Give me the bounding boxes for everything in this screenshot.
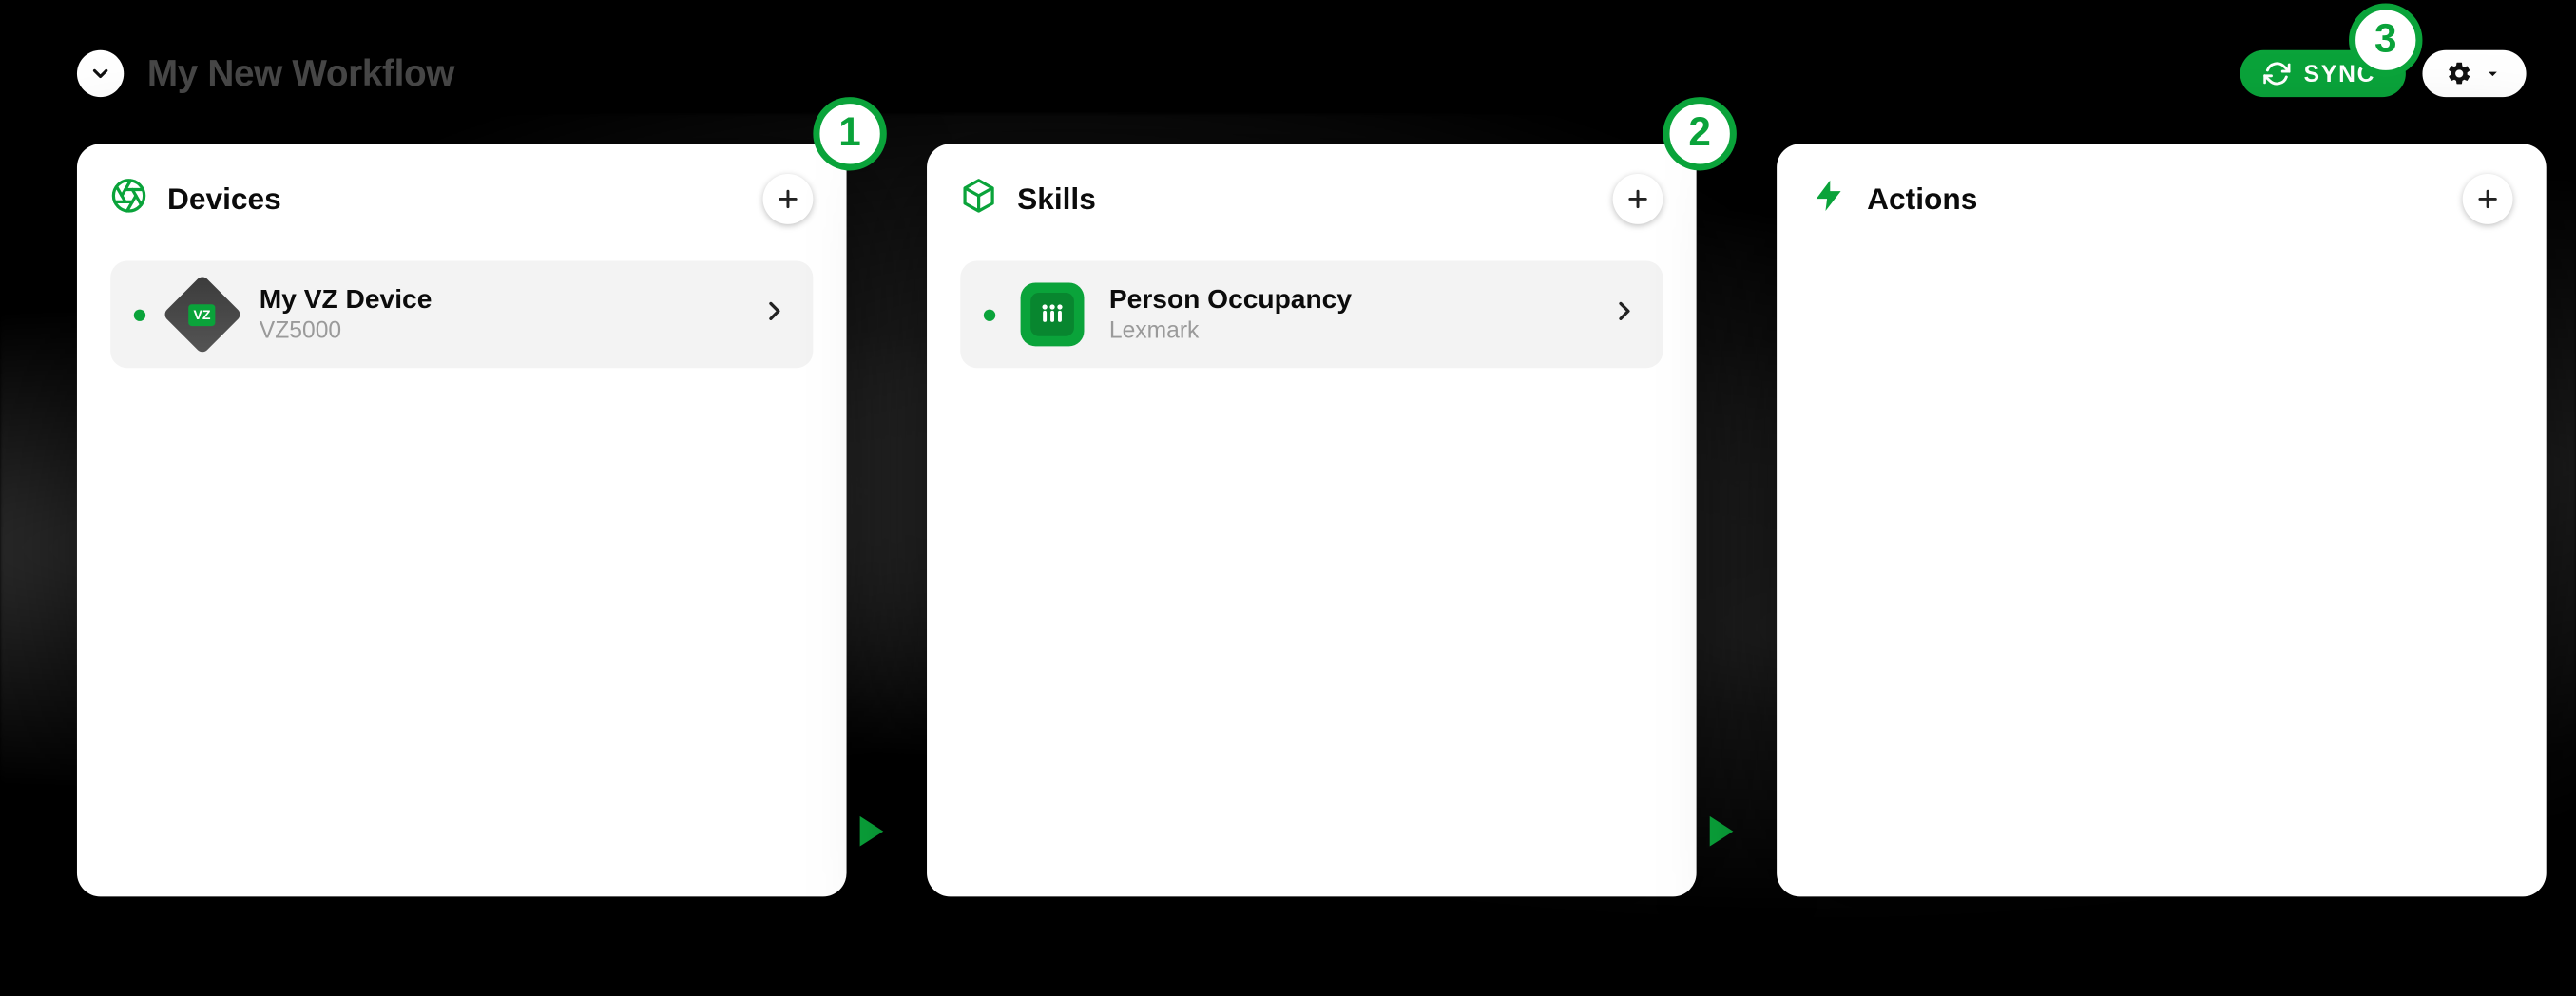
step-badge-3: 3 — [2349, 4, 2422, 77]
chevron-right-icon — [759, 296, 790, 334]
collapse-toggle[interactable] — [77, 50, 124, 97]
step-badge-1: 1 — [813, 97, 886, 170]
skill-item[interactable]: Person Occupancy Lexmark — [960, 261, 1663, 369]
devices-title: Devices — [167, 182, 281, 217]
plus-icon — [2474, 185, 2501, 212]
status-dot — [984, 309, 995, 320]
workflow-title: My New Workflow — [147, 52, 454, 96]
aperture-icon — [110, 177, 147, 222]
bolt-icon — [1810, 177, 1847, 222]
add-device-button[interactable] — [763, 174, 814, 224]
sync-icon — [2263, 60, 2290, 86]
add-skill-button[interactable] — [1613, 174, 1663, 224]
chevron-right-icon — [1609, 296, 1640, 334]
devices-card: Devices VZ My VZ Device VZ5000 — [77, 144, 847, 896]
device-item-title: My VZ Device — [260, 284, 737, 316]
actions-card: Actions — [1777, 144, 2547, 896]
plus-icon — [1624, 185, 1651, 212]
gear-icon — [2446, 60, 2472, 86]
workflow-header: My New Workflow SYNC 3 — [77, 50, 2527, 97]
step-badge-2: 2 — [1663, 97, 1736, 170]
device-icon: VZ — [169, 281, 236, 348]
cube-icon — [960, 177, 997, 222]
status-dot — [134, 309, 145, 320]
skills-card: Skills Person Occupancy Lexmark — [927, 144, 1697, 896]
settings-button[interactable] — [2422, 50, 2526, 97]
chevron-down-icon — [88, 62, 112, 86]
caret-down-icon — [2483, 64, 2503, 84]
skill-item-subtitle: Lexmark — [1109, 316, 1586, 345]
device-item[interactable]: VZ My VZ Device VZ5000 — [110, 261, 813, 369]
skill-item-title: Person Occupancy — [1109, 284, 1586, 316]
device-item-subtitle: VZ5000 — [260, 316, 737, 345]
skill-icon — [1019, 281, 1086, 348]
actions-title: Actions — [1867, 182, 1977, 217]
plus-icon — [775, 185, 801, 212]
skills-title: Skills — [1017, 182, 1096, 217]
add-action-button[interactable] — [2463, 174, 2513, 224]
